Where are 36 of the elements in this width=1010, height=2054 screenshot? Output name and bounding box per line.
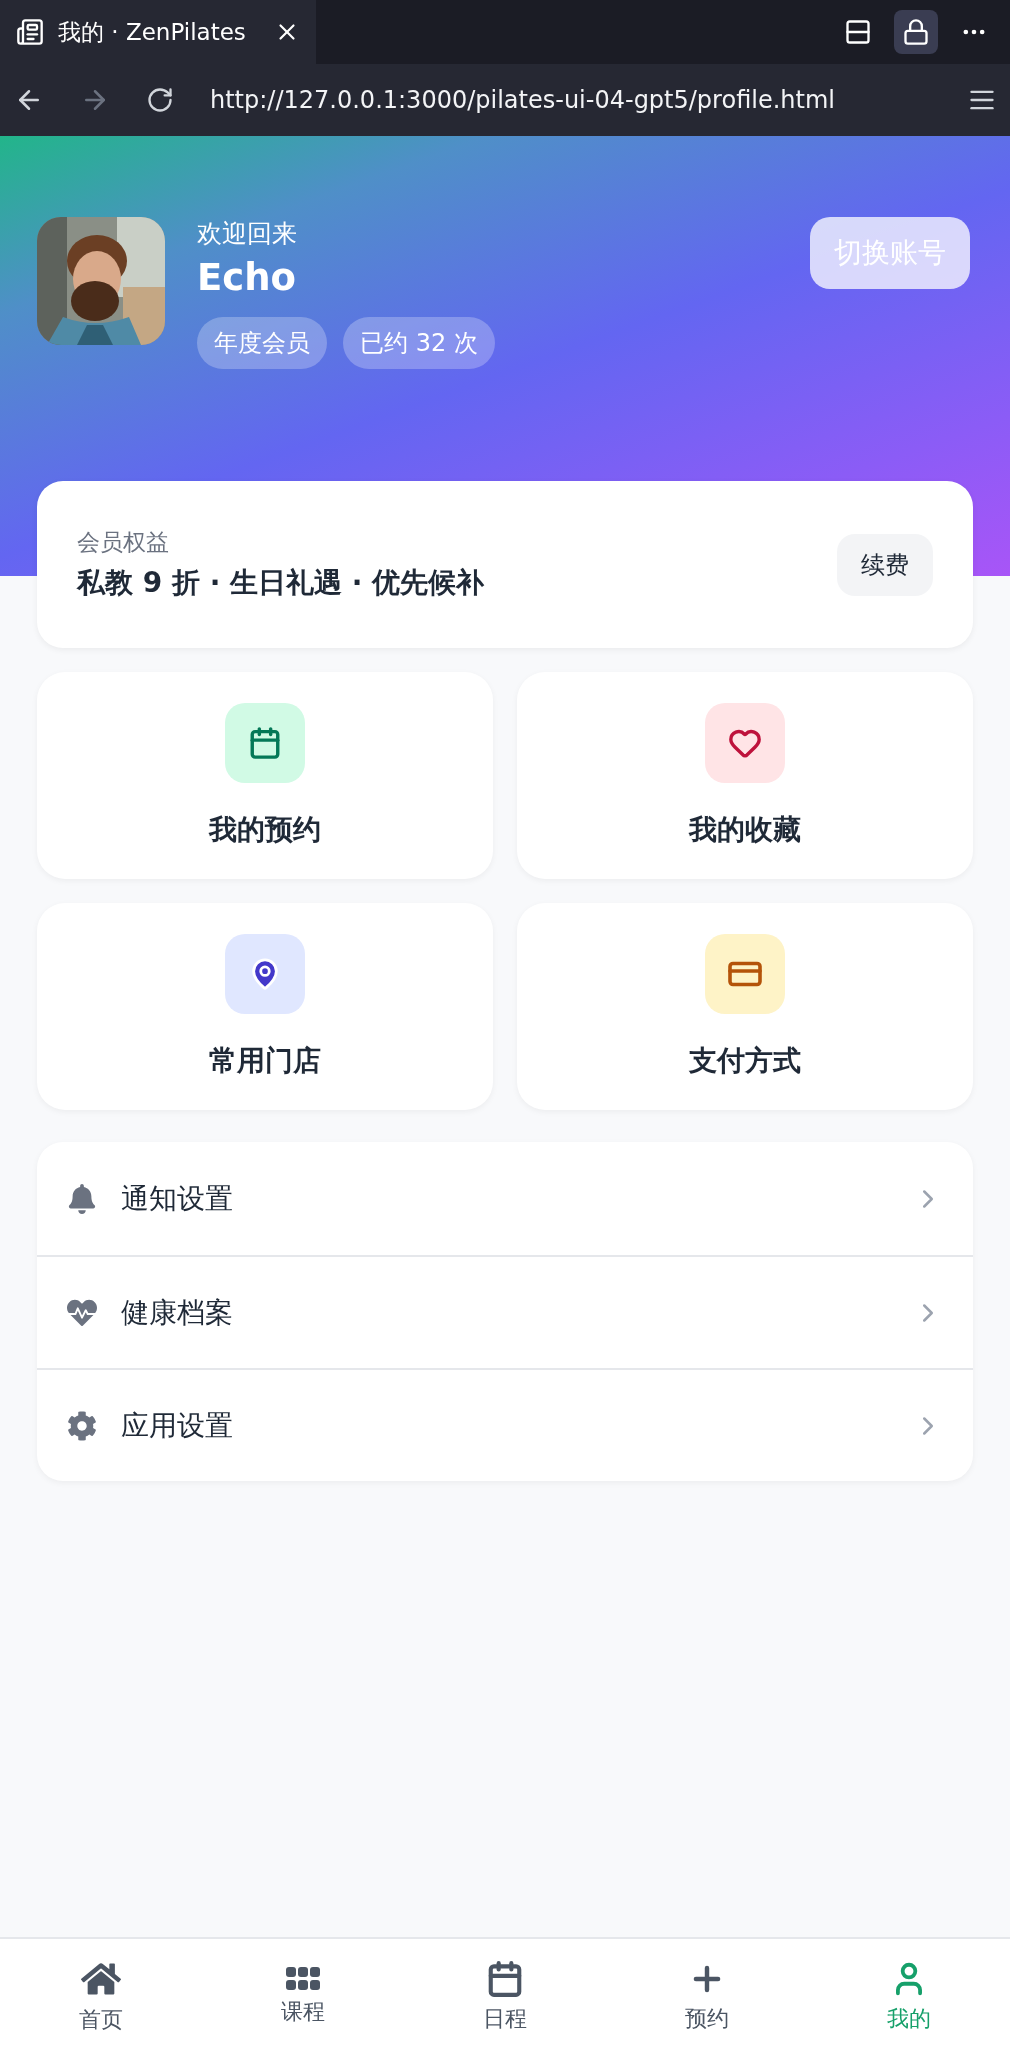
shortcut-label: 支付方式	[689, 1042, 801, 1079]
shortcut-label: 常用门店	[209, 1042, 321, 1079]
shortcut-label: 我的预约	[209, 811, 321, 848]
settings-label: 通知设置	[121, 1180, 234, 1217]
member-badge: 年度会员	[197, 317, 327, 369]
settings-row[interactable]: 应用设置	[37, 1368, 973, 1481]
shortcut-label: 我的收藏	[689, 811, 801, 848]
nav-tab[interactable]: 首页	[0, 1939, 202, 2054]
user-name: Echo	[197, 256, 297, 299]
shortcut-card[interactable]: 支付方式	[517, 903, 973, 1110]
shortcut-card[interactable]: 我的收藏	[517, 672, 973, 879]
heartbeat-icon	[67, 1297, 97, 1328]
settings-row[interactable]: 健康档案	[37, 1255, 973, 1368]
settings-row[interactable]: 通知设置	[37, 1142, 973, 1255]
nav-tab[interactable]: 课程	[202, 1939, 404, 2054]
greeting-text: 欢迎回来	[197, 218, 298, 250]
lock-button[interactable]	[894, 10, 938, 54]
member-badge: 已约 32 次	[343, 317, 495, 369]
calendar-icon	[486, 1959, 524, 1998]
shortcut-card[interactable]: 常用门店	[37, 903, 493, 1110]
settings-label: 健康档案	[121, 1294, 234, 1331]
layout-icon[interactable]	[844, 18, 872, 46]
browser-tab[interactable]: 我的 · ZenPilates	[0, 0, 316, 64]
nav-tab[interactable]: 预约	[606, 1939, 808, 2054]
grid-icon	[286, 1966, 320, 1991]
benefits-text: 私教 9 折 · 生日礼遇 · 优先候补	[77, 565, 486, 601]
nav-tab[interactable]: 日程	[404, 1939, 606, 2054]
settings-icon	[67, 1410, 97, 1441]
renew-button[interactable]: 续费	[837, 533, 933, 596]
shortcut-card[interactable]: 我的预约	[37, 672, 493, 879]
page-icon	[16, 18, 44, 46]
reload-icon[interactable]	[146, 86, 174, 114]
benefits-label: 会员权益	[77, 528, 170, 557]
bell-icon	[67, 1183, 97, 1214]
lock-icon	[902, 18, 930, 46]
settings-label: 应用设置	[121, 1407, 234, 1444]
